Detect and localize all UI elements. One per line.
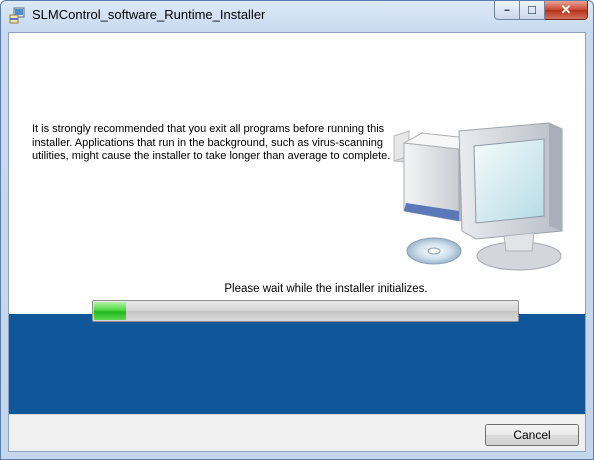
installer-client-area: It is strongly recommended that you exit… <box>8 32 586 452</box>
progress-bar <box>92 300 519 322</box>
close-icon: ✕ <box>560 2 572 17</box>
maximize-icon: ☐ <box>527 4 537 17</box>
close-button[interactable]: ✕ <box>545 1 588 20</box>
caption-buttons: ━ ☐ ✕ <box>494 1 588 21</box>
minimize-button[interactable]: ━ <box>494 1 520 20</box>
installer-window: SLMControl_software_Runtime_Installer ━ … <box>0 0 594 460</box>
status-text: Please wait while the installer initiali… <box>224 283 428 295</box>
window-title: SLMControl_software_Runtime_Installer <box>32 7 266 22</box>
minimize-icon: ━ <box>504 5 510 15</box>
button-bar: Cancel <box>9 414 585 451</box>
warning-message: It is strongly recommended that you exit… <box>32 123 391 162</box>
blue-banner <box>9 314 585 414</box>
title-bar[interactable]: SLMControl_software_Runtime_Installer ━ … <box>1 1 593 31</box>
installer-app-icon <box>9 7 26 24</box>
computer-illustration-icon <box>384 91 569 276</box>
progress-bar-fill <box>94 302 126 320</box>
cancel-button[interactable]: Cancel <box>485 424 579 446</box>
maximize-button[interactable]: ☐ <box>520 1 545 20</box>
